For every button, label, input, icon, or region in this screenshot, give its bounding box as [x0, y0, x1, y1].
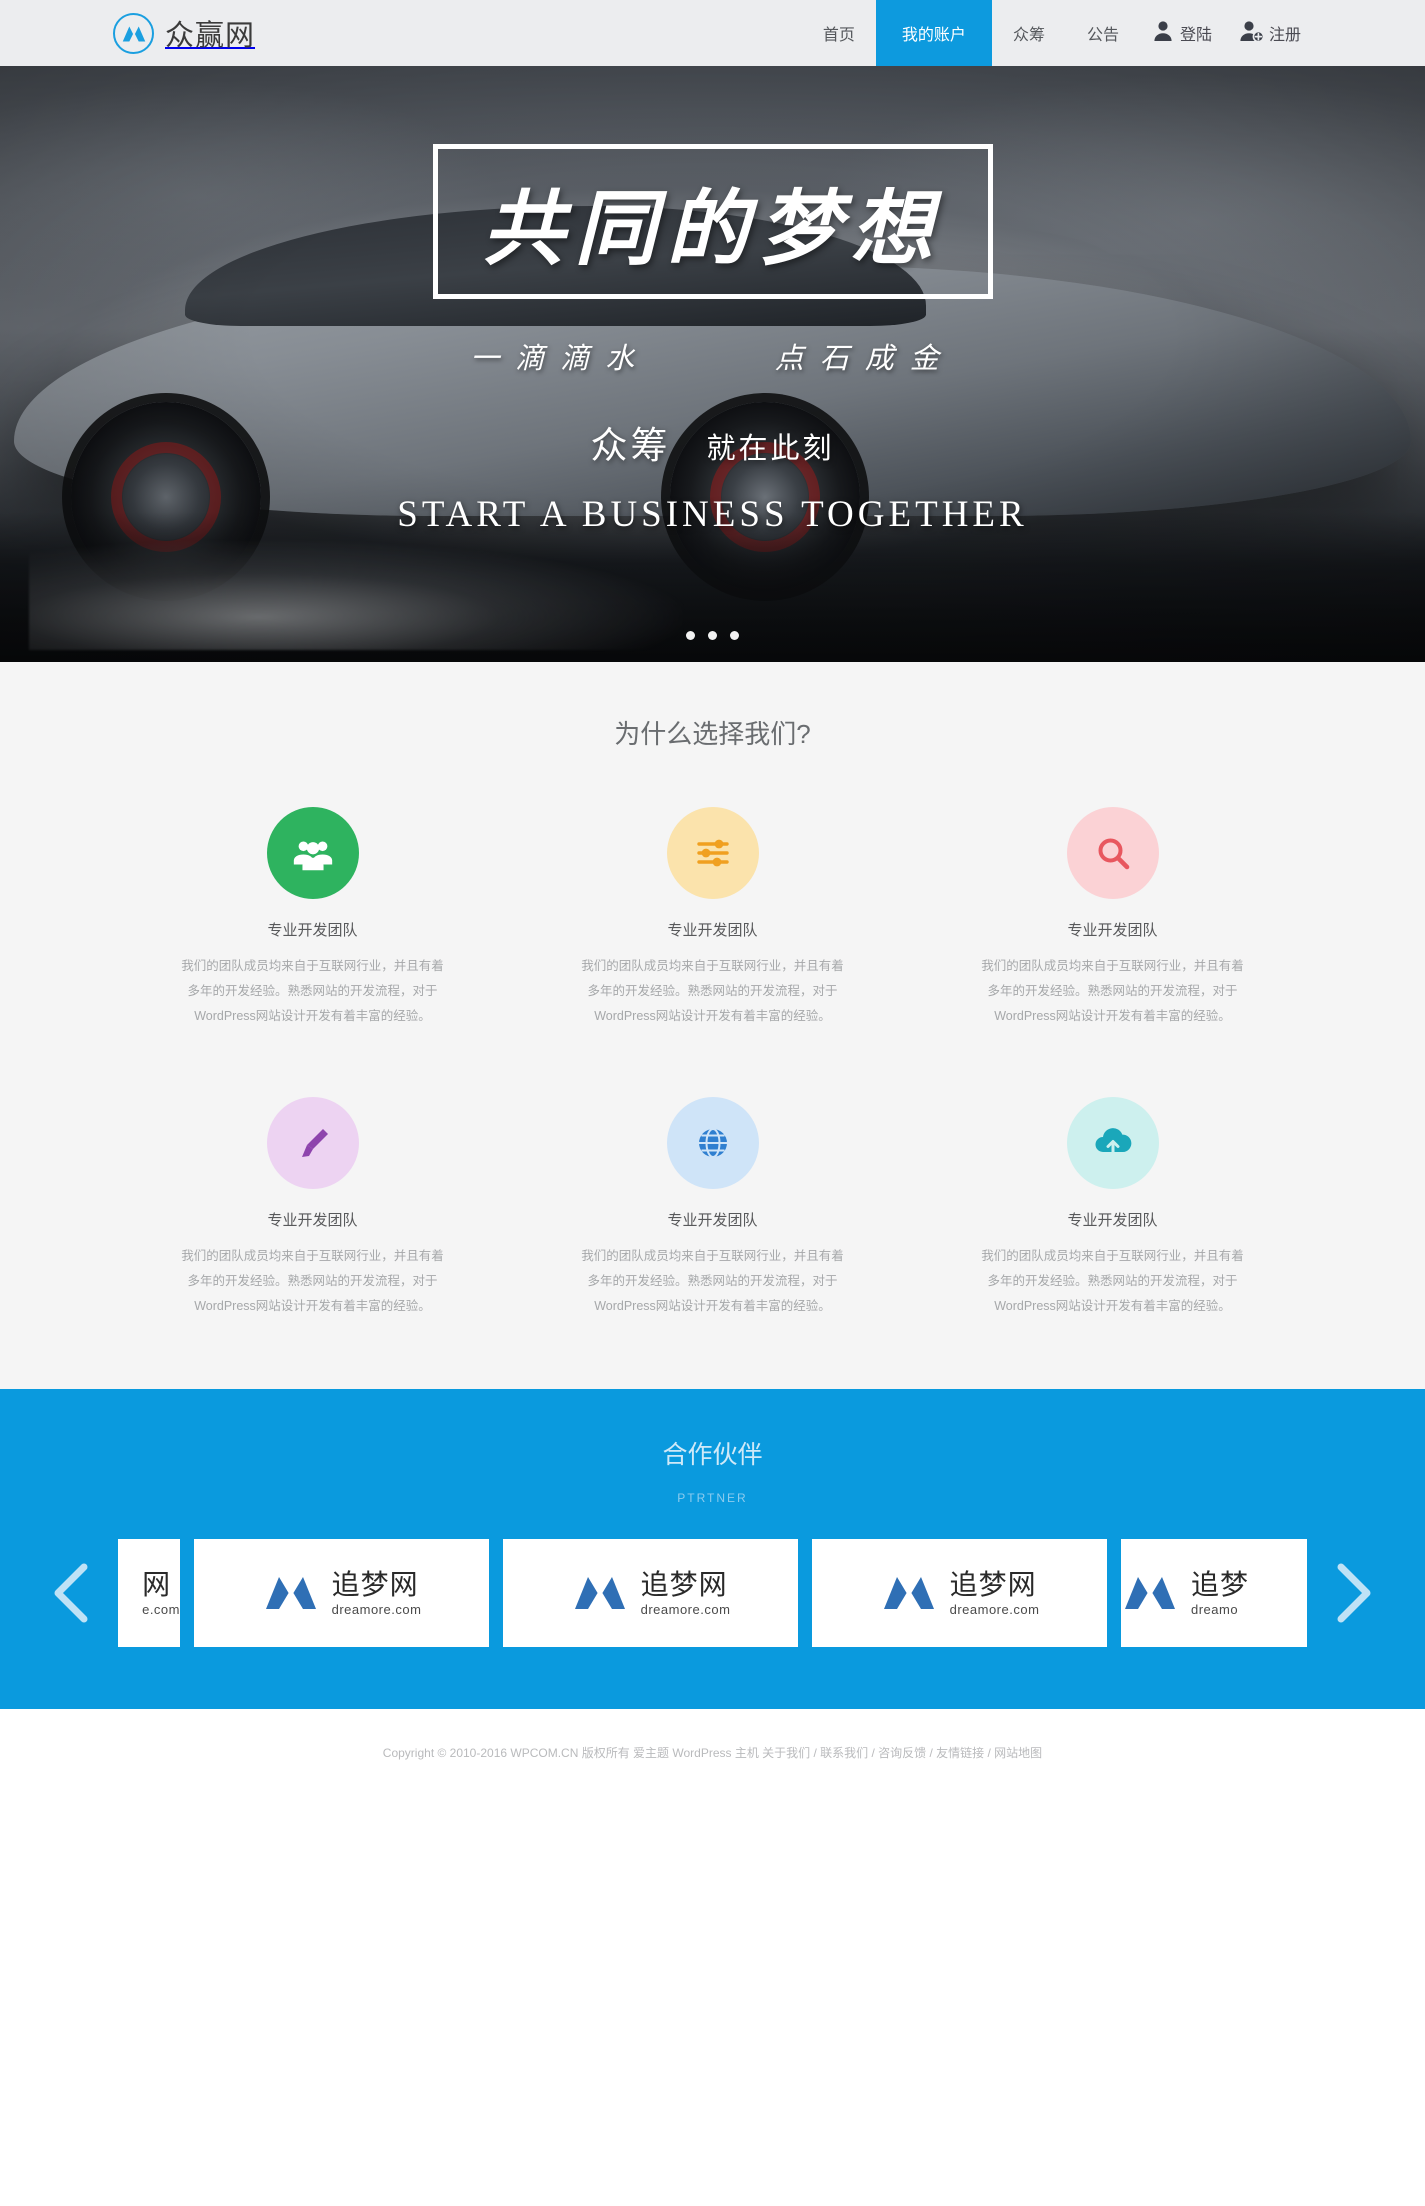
- feature-card: 专业开发团队 我们的团队成员均来自于互联网行业，并且有着多年的开发经验。熟悉网站…: [113, 1097, 513, 1319]
- mountain-logo-icon: [1121, 1569, 1179, 1618]
- nav-item-crowdfunding[interactable]: 众筹: [992, 0, 1066, 66]
- nav-item-home[interactable]: 首页: [802, 0, 876, 66]
- feature-description: 我们的团队成员均来自于互联网行业，并且有着多年的开发经验。熟悉网站的开发流程，对…: [581, 959, 844, 1023]
- partner-logo-item[interactable]: 追梦网 dreamore.com: [812, 1539, 1107, 1647]
- paint-brush-icon: [266, 1097, 359, 1189]
- features-grid: 专业开发团队 我们的团队成员均来自于互联网行业，并且有着多年的开发经验。熟悉网站…: [113, 807, 1313, 1319]
- main-nav: 首页 我的账户 众筹 公告: [802, 0, 1140, 66]
- register-label: 注册: [1268, 27, 1301, 44]
- feature-card: 专业开发团队 我们的团队成员均来自于互联网行业，并且有着多年的开发经验。熟悉网站…: [513, 807, 913, 1029]
- hero-slider: 共同的梦想 一滴滴水 点石成金 众筹 就在此刻 START A BUSINESS…: [0, 66, 1425, 662]
- partner-logo-item[interactable]: 追梦网 dreamore.com: [503, 1539, 798, 1647]
- feature-card: 专业开发团队 我们的团队成员均来自于互联网行业，并且有着多年的开发经验。熟悉网站…: [113, 807, 513, 1029]
- hero-slider-dots: [0, 631, 1425, 640]
- partner-name-cn: 追梦网: [640, 1569, 728, 1601]
- mountain-circle-logo-icon: [113, 12, 154, 54]
- partner-name-en: dreamore.com: [640, 1601, 731, 1617]
- search-icon: [1066, 807, 1159, 899]
- cloud-upload-icon: [1066, 1097, 1159, 1189]
- hero-slider-dot-2[interactable]: [708, 631, 717, 640]
- feature-title: 专业开发团队: [1067, 1212, 1158, 1229]
- partner-name-cn: 追梦网: [949, 1569, 1037, 1601]
- hero-headline: 共同的梦想: [482, 184, 943, 275]
- features-section: 为什么选择我们? 专业开发团队 我们的团队成员均来自于互联网行业，并且有着多年的…: [0, 662, 1425, 1389]
- user-icon: [1151, 19, 1175, 48]
- partner-name-cn: 网: [142, 1569, 172, 1601]
- hero-cta-line: 众筹 就在此刻: [590, 415, 834, 469]
- site-header: 众赢网 首页 我的账户 众筹 公告 登陆 注册: [0, 0, 1425, 66]
- hero-headline-box: 共同的梦想: [432, 144, 993, 299]
- hero-slider-dot-1[interactable]: [686, 631, 695, 640]
- user-plus-icon: [1238, 19, 1265, 48]
- partner-logo-item[interactable]: 追梦 dreamo: [1121, 1539, 1307, 1647]
- feature-card: 专业开发团队 我们的团队成员均来自于互联网行业，并且有着多年的开发经验。熟悉网站…: [913, 807, 1313, 1029]
- partner-name-en: e.com: [142, 1601, 180, 1617]
- login-link[interactable]: 登陆: [1140, 19, 1223, 48]
- brand-logo-link[interactable]: 众赢网: [0, 0, 255, 66]
- hero-content: 共同的梦想 一滴滴水 点石成金 众筹 就在此刻 START A BUSINESS…: [0, 66, 1425, 662]
- feature-title: 专业开发团队: [1067, 922, 1158, 939]
- hero-slider-dot-3[interactable]: [730, 631, 739, 640]
- hero-tagline-left: 一滴滴水: [470, 343, 651, 375]
- mountain-logo-icon: [571, 1569, 629, 1618]
- feature-title: 专业开发团队: [267, 1212, 358, 1229]
- nav-item-announcements[interactable]: 公告: [1066, 0, 1140, 66]
- brand-name: 众赢网: [165, 20, 256, 52]
- footer-copyright: Copyright © 2010-2016 WPCOM.CN 版权所有 爱主题 …: [382, 1745, 1043, 1760]
- feature-description: 我们的团队成员均来自于互联网行业，并且有着多年的开发经验。熟悉网站的开发流程，对…: [181, 959, 444, 1023]
- partner-name-en: dreamore.com: [949, 1601, 1040, 1617]
- features-title: 为什么选择我们?: [614, 719, 811, 749]
- feature-description: 我们的团队成员均来自于互联网行业，并且有着多年的开发经验。熟悉网站的开发流程，对…: [581, 1249, 844, 1313]
- feature-description: 我们的团队成员均来自于互联网行业，并且有着多年的开发经验。熟悉网站的开发流程，对…: [181, 1249, 444, 1313]
- hero-cta-secondary: 就在此刻: [706, 433, 835, 465]
- nav-item-my-account[interactable]: 我的账户: [875, 0, 992, 66]
- hero-english-tagline: START A BUSINESS TOGETHER: [397, 494, 1028, 535]
- feature-description: 我们的团队成员均来自于互联网行业，并且有着多年的开发经验。熟悉网站的开发流程，对…: [981, 959, 1244, 1023]
- partners-title: 合作伙伴: [662, 1441, 763, 1469]
- auth-links: 登陆 注册: [1140, 0, 1425, 66]
- partner-name-cn: 追梦网: [331, 1569, 419, 1601]
- partner-logo-item[interactable]: 网 e.com: [118, 1539, 180, 1647]
- partner-name-en: dreamo: [1191, 1601, 1239, 1617]
- globe-icon: [666, 1097, 759, 1189]
- feature-card: 专业开发团队 我们的团队成员均来自于互联网行业，并且有着多年的开发经验。熟悉网站…: [513, 1097, 913, 1319]
- hero-cta-primary: 众筹: [590, 425, 671, 466]
- feature-description: 我们的团队成员均来自于互联网行业，并且有着多年的开发经验。熟悉网站的开发流程，对…: [981, 1249, 1244, 1313]
- login-label: 登陆: [1179, 27, 1212, 44]
- mountain-logo-icon: [262, 1569, 320, 1618]
- partners-subtitle: PTRTNER: [677, 1491, 748, 1505]
- partners-carousel: 网 e.com 追梦网 dreamore.com 追梦网 dreamore.co…: [0, 1539, 1425, 1647]
- users-group-icon: [266, 807, 359, 899]
- register-link[interactable]: 注册: [1227, 19, 1312, 48]
- mountain-logo-icon: [880, 1569, 938, 1618]
- feature-title: 专业开发团队: [667, 1212, 758, 1229]
- hero-tagline: 一滴滴水 点石成金: [470, 335, 955, 377]
- feature-title: 专业开发团队: [267, 922, 358, 939]
- partner-name-en: dreamore.com: [331, 1601, 422, 1617]
- partners-section: 合作伙伴 PTRTNER 网 e.com 追梦网 dreamore.com 追梦…: [0, 1389, 1425, 1709]
- feature-title: 专业开发团队: [667, 922, 758, 939]
- sliders-icon: [666, 807, 759, 899]
- partner-logo-item[interactable]: 追梦网 dreamore.com: [194, 1539, 489, 1647]
- chevron-right-icon[interactable]: [1331, 1563, 1375, 1623]
- feature-card: 专业开发团队 我们的团队成员均来自于互联网行业，并且有着多年的开发经验。熟悉网站…: [913, 1097, 1313, 1319]
- hero-tagline-right: 点石成金: [774, 343, 955, 375]
- chevron-left-icon[interactable]: [50, 1563, 94, 1623]
- partner-name-cn: 追梦: [1191, 1569, 1250, 1601]
- site-footer: Copyright © 2010-2016 WPCOM.CN 版权所有 爱主题 …: [0, 1709, 1425, 1795]
